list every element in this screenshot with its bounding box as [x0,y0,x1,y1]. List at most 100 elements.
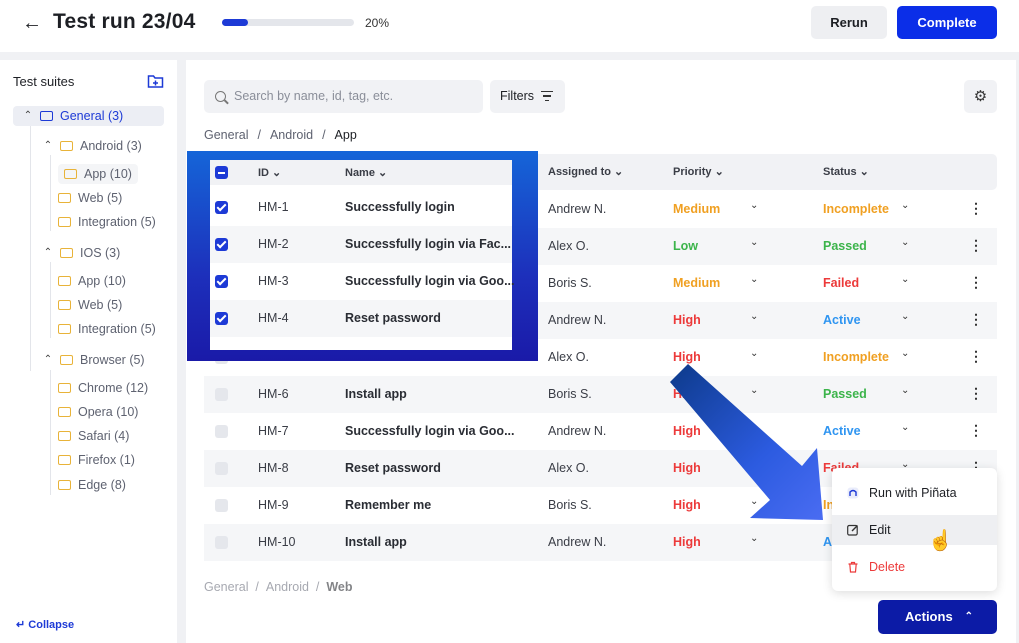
chevron-down-icon[interactable]: ⌄ [901,348,909,359]
menu-item-edit[interactable]: Edit [832,515,997,545]
tree-item[interactable]: ⌃ Android (3) [42,136,142,156]
row-checkbox[interactable] [215,201,228,214]
table-row[interactable]: HM-1 Successfully login [210,189,512,226]
hand-cursor-icon: ☝ [928,530,953,552]
column-id[interactable]: ID ⌄ [258,166,281,179]
tree-item[interactable]: Safari (4) [58,426,129,446]
actions-button[interactable]: Actions ⌃ [878,600,997,634]
chevron-down-icon[interactable]: ⌄ [901,311,909,322]
search-input[interactable]: Search by name, id, tag, etc. [204,80,483,113]
tree-item[interactable]: App (10) [58,164,138,184]
chevron-down-icon[interactable]: ⌄ [750,311,758,322]
gear-icon[interactable]: ⚙ [964,80,997,113]
menu-item-run-with-pinata[interactable]: Run with Piñata [832,478,997,508]
tree-item[interactable]: ⌃ IOS (3) [42,243,121,263]
tree-item-label: App (10) [84,167,132,181]
tree-item[interactable]: Edge (8) [58,475,126,495]
row-assigned: Andrew N. [548,313,607,327]
filters-button[interactable]: Filters [490,80,565,113]
tree-item[interactable]: Opera (10) [58,402,138,422]
pointer-arrow-icon [670,364,823,520]
collapse-button[interactable]: ↵ Collapse [16,618,74,631]
row-checkbox[interactable] [215,238,228,251]
more-vertical-icon[interactable]: ⋮ [969,237,983,254]
table-row[interactable]: HM-2 Successfully login via Fac... [210,226,512,263]
row-name[interactable]: Reset password [345,311,441,325]
column-status[interactable]: Status ⌄ [823,165,869,178]
breadcrumb-item[interactable]: Android [270,128,313,142]
row-assigned: Boris S. [548,276,592,290]
tree-item[interactable]: Web (5) [58,295,122,315]
tree-item[interactable]: Integration (5) [58,212,156,232]
table-row[interactable]: HM-3 Successfully login via Goo... [210,263,515,300]
breadcrumb-current: App [334,128,357,142]
row-name[interactable]: Reset password [345,461,441,475]
tree-item[interactable]: Web (5) [58,188,122,208]
more-vertical-icon[interactable]: ⋮ [969,274,983,291]
column-priority[interactable]: Priority ⌄ [673,165,724,178]
menu-item-label: Delete [869,560,906,574]
rerun-button[interactable]: Rerun [811,6,887,39]
arrow-left-icon[interactable]: ← [22,12,44,34]
row-context-menu: Run with Piñata Edit Delete [832,468,997,591]
row-name[interactable]: Install app [345,387,407,401]
progress-bar [222,19,354,26]
more-vertical-icon[interactable]: ⋮ [969,385,983,402]
menu-item-label: Edit [869,523,891,537]
more-vertical-icon[interactable]: ⋮ [969,200,983,217]
top-bar: ← Test run 23/04 20% Rerun Complete [0,0,1019,52]
chevron-up-icon[interactable]: ⌃ [42,243,54,263]
row-name[interactable]: Remember me [345,498,431,512]
row-assigned: Andrew N. [548,535,607,549]
row-name[interactable]: Successfully login via Goo... [345,274,515,288]
more-vertical-icon[interactable]: ⋮ [969,348,983,365]
tree-item[interactable]: Firefox (1) [58,450,135,470]
chevron-down-icon[interactable]: ⌄ [901,274,909,285]
more-vertical-icon[interactable]: ⋮ [969,311,983,328]
tree-item[interactable]: App (10) [58,271,126,291]
tree-item[interactable]: Chrome (12) [58,378,148,398]
add-folder-icon[interactable] [147,73,164,89]
row-checkbox[interactable] [215,425,228,438]
chevron-down-icon[interactable]: ⌄ [901,237,909,248]
column-assigned[interactable]: Assigned to ⌄ [548,165,623,178]
row-name[interactable]: Install app [345,535,407,549]
row-checkbox[interactable] [215,388,228,401]
tree-item[interactable]: ⌃ General (3) [13,106,164,126]
row-checkbox[interactable] [215,312,228,325]
row-name[interactable]: Successfully login via Goo... [345,424,515,438]
chevron-down-icon[interactable]: ⌄ [750,348,758,359]
more-vertical-icon[interactable]: ⋮ [969,422,983,439]
complete-button[interactable]: Complete [897,6,997,39]
row-name[interactable]: Successfully login via Fac... [345,237,511,251]
breadcrumb-item[interactable]: General [204,128,248,142]
chevron-up-icon[interactable]: ⌃ [22,106,34,126]
chevron-down-icon[interactable]: ⌄ [901,200,909,211]
table-row[interactable]: HM-7 Successfully login via Goo... Andrew … [204,413,997,450]
selected-rows-panel: ID ⌄ Name ⌄ HM-1 Successfully login HM-2 Succ… [210,160,515,350]
row-checkbox[interactable] [215,536,228,549]
chevron-up-icon[interactable]: ⌃ [42,350,54,370]
row-checkbox[interactable] [215,275,228,288]
chevron-down-icon[interactable]: ⌄ [750,274,758,285]
row-checkbox[interactable] [215,462,228,475]
tree-item[interactable]: Integration (5) [58,319,156,339]
tree-guide [50,155,51,231]
tree-item-label: App (10) [78,274,126,288]
chevron-down-icon[interactable]: ⌄ [750,237,758,248]
tree-item[interactable]: ⌃ Browser (5) [42,350,145,370]
column-name[interactable]: Name ⌄ [345,166,387,179]
chevron-down-icon[interactable]: ⌄ [750,200,758,211]
chevron-down-icon[interactable]: ⌄ [901,385,909,396]
table-row[interactable]: HM-4 Reset password [210,300,512,337]
tree-item-label: Edge (8) [78,478,126,492]
table-row[interactable]: HM-6Install appBoris S.High⌄Passed⌄⋮ [204,376,997,413]
chevron-down-icon[interactable]: ⌄ [901,422,909,433]
chevron-up-icon[interactable]: ⌃ [42,136,54,156]
row-checkbox[interactable] [215,499,228,512]
menu-item-delete[interactable]: Delete [832,552,997,582]
row-priority: Medium [673,276,721,290]
select-all-checkbox[interactable] [215,166,228,179]
row-name[interactable]: Successfully login [345,200,455,214]
chevron-down-icon[interactable]: ⌄ [750,533,758,544]
